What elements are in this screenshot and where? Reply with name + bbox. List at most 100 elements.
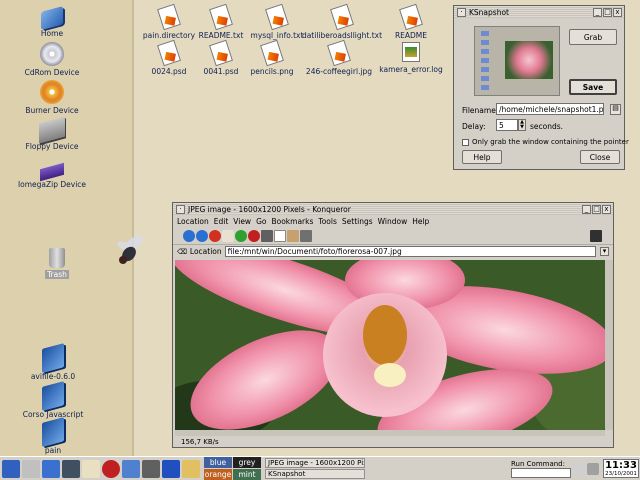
desktop-icon-corso[interactable]: Corso Javascript <box>13 381 93 419</box>
desktop-icon-zip[interactable]: IomegaZip Device <box>12 158 92 189</box>
clipboard-icon[interactable] <box>573 462 585 475</box>
volume-icon[interactable] <box>587 462 599 475</box>
task-ksnapshot[interactable]: KSnapshot <box>265 469 365 479</box>
reload-icon[interactable] <box>235 230 247 242</box>
horizontal-scrollbar[interactable] <box>175 430 605 436</box>
file-icon-readme[interactable]: README <box>366 3 456 40</box>
lifesaver-icon[interactable] <box>102 459 120 478</box>
minimize-button[interactable]: _ <box>582 204 591 214</box>
task-konqueror[interactable]: JPEG image - 1600x1200 Pix <box>265 458 365 468</box>
ksnapshot-window: · KSnapshot _ □ x Grab Save Filename: /h… <box>453 5 629 170</box>
menu-help[interactable]: Help <box>412 217 429 226</box>
terminal-icon[interactable] <box>62 459 80 478</box>
menu-tools[interactable]: Tools <box>318 217 336 226</box>
paste-icon[interactable] <box>287 230 299 242</box>
clock-date: 23/10/2001 <box>605 471 637 477</box>
close-button[interactable]: x <box>613 7 622 17</box>
konqueror-titlebar[interactable]: · JPEG image - 1600x1200 Pixels - Konque… <box>173 203 613 215</box>
only-grab-checkbox[interactable] <box>462 139 469 146</box>
file-label: 246-coffeegirl.jpg <box>305 67 373 76</box>
run-command-input[interactable] <box>511 467 571 478</box>
url-dropdown-icon[interactable]: ▾ <box>600 247 609 256</box>
ksnapshot-title: KSnapshot <box>469 7 509 17</box>
help-icon[interactable] <box>82 459 100 478</box>
window-menu-icon[interactable]: · <box>457 7 466 17</box>
menu-edit[interactable]: Edit <box>214 217 229 226</box>
desktop-icon-label: Trash <box>45 270 69 279</box>
run-command: Run Command: <box>511 460 571 478</box>
stop-icon[interactable] <box>248 230 260 242</box>
kde-menu-icon[interactable] <box>2 459 20 478</box>
home-folder-icon[interactable] <box>42 459 60 478</box>
filename-label: Filename: <box>462 106 499 115</box>
url-input[interactable]: file:/mnt/win/Documenti/foto/fiorerosa-0… <box>224 246 596 257</box>
desktop-icon-burner[interactable]: Burner Device <box>12 80 92 115</box>
browser-icon[interactable] <box>122 459 140 478</box>
pager-desk-blue[interactable]: blue <box>204 457 232 468</box>
desktop-icon-cdrom[interactable]: CdRom Device <box>12 42 92 77</box>
pager-desk-grey[interactable]: grey <box>233 457 261 468</box>
menu-view[interactable]: View <box>233 217 251 226</box>
desktop-icon-label: Burner Device <box>25 106 79 115</box>
menu-settings[interactable]: Settings <box>342 217 373 226</box>
menu-go[interactable]: Go <box>256 217 266 226</box>
desktop-icon-label: Floppy Device <box>25 142 79 151</box>
trash-icon <box>49 248 65 268</box>
print-icon[interactable] <box>300 230 312 242</box>
close-button[interactable]: x <box>602 204 611 214</box>
cut-icon[interactable] <box>261 230 273 242</box>
text-file-icon <box>265 3 289 31</box>
menu-location[interactable]: Location <box>177 217 209 226</box>
maximize-button[interactable]: □ <box>592 204 601 214</box>
copy-icon[interactable] <box>274 230 286 242</box>
desktop-icon-floppy[interactable]: Floppy Device <box>12 116 92 151</box>
back-icon[interactable] <box>196 230 208 242</box>
log-file-icon <box>402 42 420 62</box>
image-file-icon <box>260 39 284 67</box>
minimize-button[interactable]: _ <box>593 7 602 17</box>
desktop-icon-trash[interactable]: Trash <box>17 246 97 279</box>
location-bar: ⌫ Location file:/mnt/win/Documenti/foto/… <box>173 244 613 258</box>
text-file-icon <box>399 3 423 31</box>
clock[interactable]: 11:33 23/10/2001 <box>603 459 639 478</box>
desktop-icon-label: avifile-0.6.0 <box>30 372 76 381</box>
close-dialog-button[interactable]: Close <box>580 150 620 164</box>
file-label: README <box>394 31 428 40</box>
grab-button[interactable]: Grab <box>569 29 617 45</box>
maximize-button[interactable]: □ <box>603 7 612 17</box>
desktop-icon-pain[interactable]: pain <box>13 417 93 455</box>
editor-icon[interactable] <box>182 459 200 478</box>
show-desktop-icon[interactable] <box>22 459 40 478</box>
clock-time: 11:33 <box>605 460 637 471</box>
fly-icon <box>117 235 144 264</box>
network-icon[interactable] <box>162 459 180 478</box>
window-menu-icon[interactable]: · <box>176 204 185 214</box>
file-icon-kamera-log[interactable]: kamera_error.log <box>366 42 456 74</box>
menu-bookmarks[interactable]: Bookmarks <box>271 217 313 226</box>
menu-window[interactable]: Window <box>378 217 408 226</box>
forward-icon[interactable] <box>209 230 221 242</box>
run-command-label: Run Command: <box>511 459 565 468</box>
desktop-pager: blue grey orange mint <box>204 457 261 480</box>
home-button-icon[interactable] <box>222 230 234 242</box>
filename-input[interactable]: /home/michele/snapshot1.png <box>496 103 604 115</box>
ksnapshot-titlebar[interactable]: · KSnapshot _ □ x <box>454 6 624 18</box>
delay-spinbox[interactable]: 5 <box>496 119 518 131</box>
clear-location-icon[interactable]: ⌫ <box>177 248 187 256</box>
desktop-icon-label: IomegaZip Device <box>17 180 87 189</box>
location-label: Location <box>189 247 222 256</box>
browse-folder-icon[interactable]: ▤ <box>610 104 621 115</box>
desktop-icon-home[interactable]: Home <box>12 6 92 38</box>
vertical-scrollbar[interactable] <box>605 260 613 430</box>
up-icon[interactable] <box>183 230 195 242</box>
desktop-icon-label: Home <box>40 29 64 38</box>
settings-icon[interactable] <box>142 459 160 478</box>
delay-spin-arrows[interactable]: ▲ ▼ <box>518 119 526 131</box>
folder-icon <box>42 343 64 373</box>
pager-desk-orange[interactable]: orange <box>204 469 232 480</box>
toolbar <box>173 228 613 244</box>
desktop-icon-avifile[interactable]: avifile-0.6.0 <box>13 343 93 381</box>
save-button[interactable]: Save <box>569 79 617 95</box>
help-button[interactable]: Help <box>462 150 502 164</box>
pager-desk-mint[interactable]: mint <box>233 469 261 480</box>
